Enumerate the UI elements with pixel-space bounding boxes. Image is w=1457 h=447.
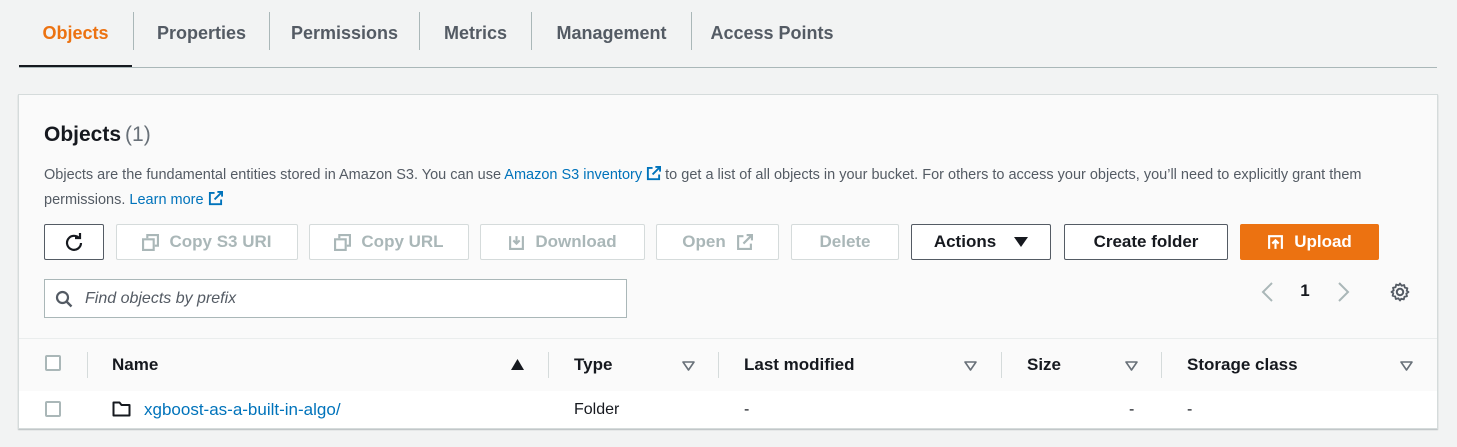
gear-icon[interactable] [1389, 281, 1411, 303]
folder-name-link[interactable]: xgboost-as-a-built-in-algo/ [144, 391, 341, 428]
open-button[interactable]: Open [656, 224, 779, 260]
search-input[interactable] [83, 288, 607, 309]
column-divider [1161, 352, 1162, 378]
tab-metrics[interactable]: Metrics [420, 0, 531, 66]
copy-icon [334, 233, 352, 251]
column-header-size[interactable]: Size [1027, 339, 1061, 391]
download-icon [509, 235, 525, 250]
tab-management[interactable]: Management [532, 0, 691, 66]
copy-s3-uri-label: Copy S3 URI [169, 232, 272, 251]
column-header-type[interactable]: Type [574, 339, 612, 391]
table-row[interactable]: xgboost-as-a-built-in-algo/ Folder - - - [19, 391, 1437, 428]
upload-button[interactable]: Upload [1240, 224, 1379, 260]
tab-objects[interactable]: Objects [19, 0, 132, 67]
copy-url-label: Copy URL [361, 232, 444, 251]
copy-s3-uri-button[interactable]: Copy S3 URI [116, 224, 298, 260]
download-button[interactable]: Download [480, 224, 645, 260]
copy-url-button[interactable]: Copy URL [309, 224, 469, 260]
delete-button[interactable]: Delete [791, 224, 899, 260]
sort-caret-icon[interactable] [1125, 361, 1138, 371]
s3-inventory-link-label: Amazon S3 inventory [504, 167, 643, 183]
copy-icon [142, 233, 160, 251]
create-folder-button[interactable]: Create folder [1064, 224, 1228, 260]
sort-caret-icon[interactable] [682, 361, 695, 371]
size-value: - [1129, 400, 1135, 418]
external-link-icon [647, 166, 662, 181]
object-count: (1) [125, 123, 151, 146]
delete-label: Delete [819, 232, 871, 251]
folder-icon [112, 401, 131, 417]
sort-caret-icon[interactable] [964, 361, 977, 371]
panel-title-text: Objects [44, 123, 122, 146]
refresh-button[interactable] [44, 224, 104, 260]
sort-ascending-icon[interactable] [511, 359, 524, 370]
column-divider [1001, 352, 1002, 378]
s3-inventory-link[interactable]: Amazon S3 inventory [504, 166, 662, 183]
objects-panel: Objects (1) Objects are the fundamental e… [18, 94, 1438, 429]
tab-permissions[interactable]: Permissions [270, 0, 419, 66]
column-header-last-modified[interactable]: Last modified [744, 339, 855, 391]
refresh-icon [65, 233, 83, 251]
object-type: Folder [574, 400, 620, 418]
sort-caret-icon[interactable] [1400, 361, 1413, 371]
panel-title: Objects (1) [44, 123, 151, 147]
tab-bar: Objects Properties Permissions Metrics M… [19, 0, 1437, 68]
actions-dropdown[interactable]: Actions [911, 224, 1051, 260]
tab-access-points[interactable]: Access Points [692, 0, 852, 66]
panel-description: Objects are the fundamental entities sto… [44, 163, 1404, 213]
tab-properties[interactable]: Properties [134, 0, 269, 66]
external-link-icon [208, 191, 223, 206]
column-header-name[interactable]: Name [112, 339, 158, 391]
storage-class-value: - [1187, 400, 1193, 418]
external-link-icon [736, 233, 753, 250]
learn-more-link-label: Learn more [129, 192, 204, 208]
column-divider [548, 352, 549, 378]
search-icon [55, 290, 73, 307]
actions-label: Actions [933, 232, 997, 251]
page-number[interactable]: 1 [1298, 281, 1312, 301]
last-modified-value: - [744, 400, 750, 418]
open-label: Open [682, 232, 726, 251]
upload-icon [1268, 234, 1284, 249]
table-header: Name Type Last modified Size Storage cla… [19, 338, 1437, 392]
create-folder-label: Create folder [1093, 232, 1199, 251]
chevron-right-icon[interactable] [1335, 281, 1351, 303]
column-divider [87, 352, 88, 378]
search-box[interactable] [44, 279, 627, 318]
caret-down-icon [1014, 237, 1029, 247]
download-label: Download [535, 232, 617, 251]
column-divider [718, 352, 719, 378]
learn-more-link[interactable]: Learn more [129, 191, 223, 208]
column-header-storage-class[interactable]: Storage class [1187, 339, 1298, 391]
chevron-left-icon[interactable] [1260, 281, 1276, 303]
select-all-checkbox[interactable] [45, 355, 61, 371]
description-text: Objects are the fundamental entities sto… [44, 167, 505, 183]
row-checkbox[interactable] [45, 401, 61, 417]
upload-label: Upload [1294, 232, 1352, 251]
